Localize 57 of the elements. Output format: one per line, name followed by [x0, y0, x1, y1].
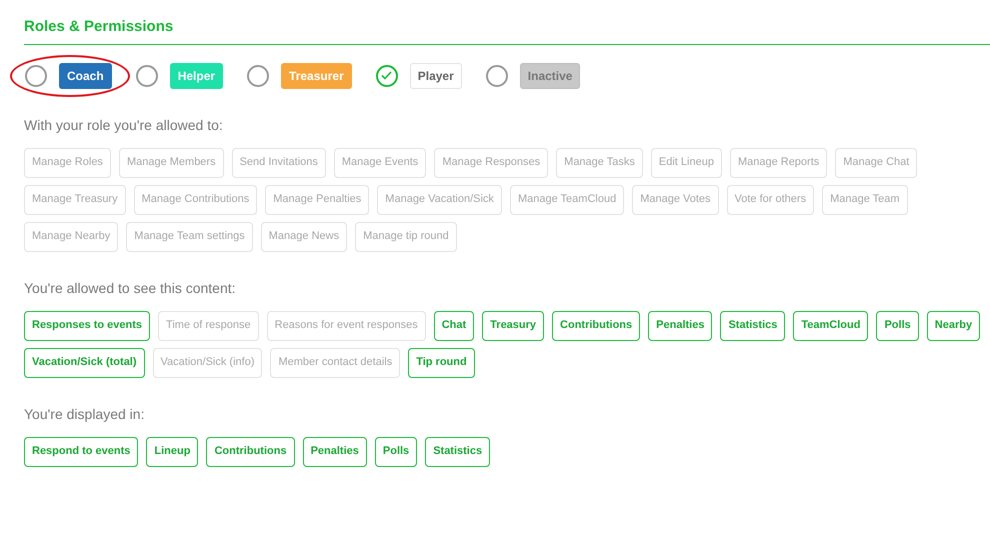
permission-tag: Manage Team — [822, 184, 908, 214]
permission-tag: Manage Team settings — [126, 222, 253, 252]
permission-tag: Manage Contributions — [134, 184, 258, 214]
permission-tag: Lineup — [146, 436, 198, 466]
role-badge[interactable]: Treasurer — [281, 62, 352, 88]
permission-tag: Member contact details — [270, 348, 400, 378]
permission-tag: Chat — [434, 310, 474, 340]
permission-tag: Manage Treasury — [24, 184, 126, 214]
permission-tag: Contributions — [552, 310, 640, 340]
permission-tag: Respond to events — [24, 436, 138, 466]
permission-tag: Treasury — [482, 310, 544, 340]
permission-tag: Tip round — [408, 348, 475, 378]
check-icon — [381, 71, 392, 80]
role-checkbox[interactable] — [136, 64, 158, 86]
permission-tag: Manage Members — [118, 148, 224, 178]
role-badge[interactable]: Player — [410, 62, 462, 88]
permission-tag: Manage TeamCloud — [510, 184, 624, 214]
permission-tag: Vacation/Sick (info) — [152, 348, 262, 378]
permission-tag: Manage News — [260, 222, 348, 252]
permission-tag: Polls — [374, 436, 418, 466]
permission-tag: TeamCloud — [793, 310, 868, 340]
permission-tag: Manage Reports — [730, 148, 828, 178]
role-checkbox[interactable] — [247, 64, 270, 86]
permission-tag: Reasons for event responses — [266, 310, 426, 340]
permission-tag: Manage Responses — [434, 148, 548, 178]
permission-tag: Manage Votes — [632, 184, 719, 214]
role-checkbox[interactable] — [486, 64, 508, 86]
permission-tag: Manage Events — [334, 148, 426, 178]
permission-tag: Contributions — [206, 436, 295, 466]
permission-tag: Penalties — [302, 436, 367, 466]
permission-tag: Nearby — [926, 310, 980, 340]
role-checkbox[interactable] — [25, 64, 47, 86]
permission-tag: Time of response — [158, 310, 259, 340]
permission-tag: Statistics — [425, 436, 490, 466]
permission-tag: Penalties — [648, 310, 712, 340]
permission-tag: Statistics — [720, 310, 786, 340]
group-heading: You're displayed in: — [24, 404, 146, 424]
permission-tag: Manage Penalties — [265, 184, 370, 214]
group-heading: With your role you're allowed to: — [24, 116, 224, 135]
permission-tag: Manage tip round — [355, 222, 457, 252]
permission-tag: Vote for others — [726, 184, 814, 214]
permission-tag: Manage Roles — [24, 148, 111, 178]
permission-tag: Vacation/Sick (total) — [24, 348, 145, 378]
permission-tag: Manage Tasks — [556, 148, 643, 178]
role-badge[interactable]: Helper — [170, 62, 224, 88]
permission-tag: Polls — [876, 310, 919, 340]
group-heading: You're allowed to see this content: — [24, 278, 237, 298]
permission-tag: Responses to events — [24, 310, 150, 340]
role-checkbox[interactable] — [376, 64, 398, 86]
permission-tag: Send Invitations — [232, 148, 326, 178]
section-title: Roles & Permissions — [24, 17, 174, 37]
permission-tag: Edit Lineup — [650, 148, 722, 178]
role-badge[interactable]: Inactive — [520, 62, 580, 88]
permission-tag: Manage Nearby — [24, 222, 118, 252]
permission-tag: Manage Vacation/Sick — [377, 184, 502, 214]
permission-tag: Manage Chat — [835, 148, 918, 178]
role-badge[interactable]: Coach — [59, 62, 112, 88]
